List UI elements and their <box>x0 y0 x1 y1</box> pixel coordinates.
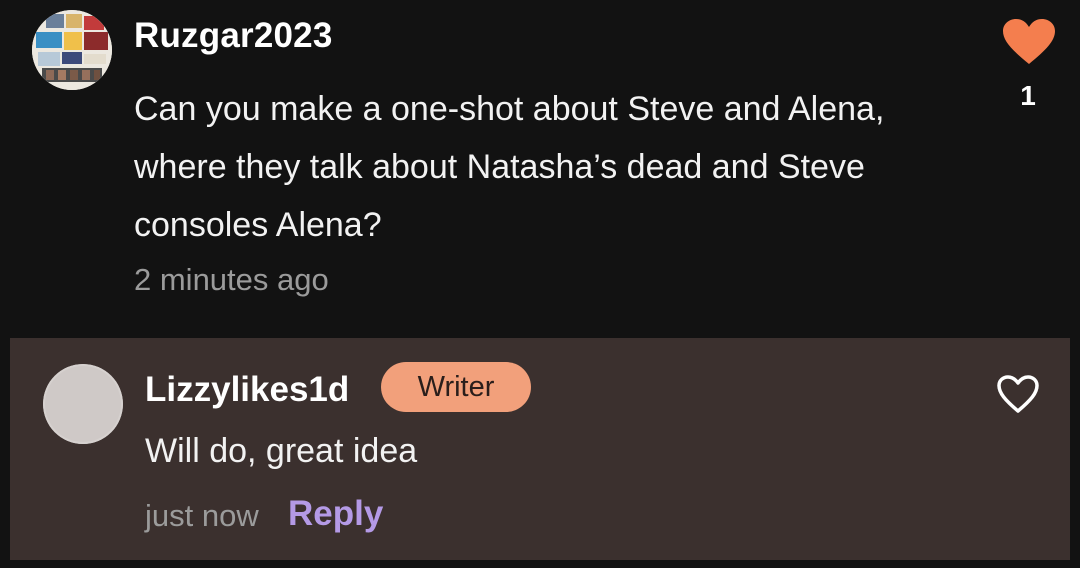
avatar[interactable] <box>32 10 112 90</box>
like-count: 1 <box>1020 80 1036 111</box>
comment-text: Can you make a one-shot about Steve and … <box>134 90 885 244</box>
heart-outline-icon[interactable] <box>996 374 1040 414</box>
heart-filled-icon[interactable] <box>1002 18 1056 66</box>
reply-button[interactable]: Reply <box>288 494 383 534</box>
reply-timestamp: just now <box>145 498 259 533</box>
avatar-collage-image <box>32 10 112 90</box>
reply: Lizzylikes1d Writer Will do, great idea … <box>10 338 1070 560</box>
writer-badge: Writer <box>381 362 531 412</box>
comment: Ruzgar2023 Can you make a one-shot about… <box>0 0 1080 338</box>
reply-username[interactable]: Lizzylikes1d <box>145 370 349 410</box>
comment-timestamp: 2 minutes ago <box>134 262 329 297</box>
reply-text: Will do, great idea <box>145 432 418 470</box>
bottom-divider <box>0 560 1080 568</box>
avatar-image <box>43 364 123 444</box>
avatar[interactable] <box>43 364 123 444</box>
comment-username[interactable]: Ruzgar2023 <box>134 16 332 56</box>
